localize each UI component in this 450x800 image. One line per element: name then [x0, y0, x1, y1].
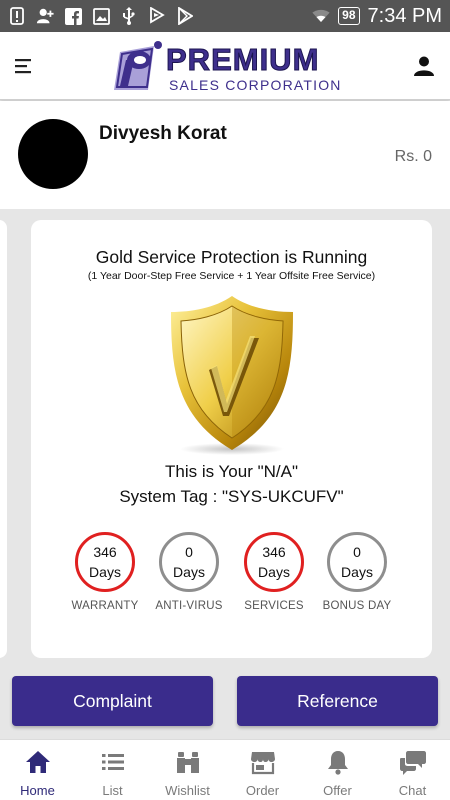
wifi-icon — [312, 7, 330, 25]
image-icon — [92, 7, 110, 25]
reference-button[interactable]: Reference — [237, 676, 438, 726]
battery-icon: 98 — [338, 7, 360, 25]
system-tag: System Tag : "SYS-UKCUFV" — [119, 487, 344, 506]
bottom-navigation: Home List Wishlist Order Offer Chat — [0, 739, 450, 800]
protection-card[interactable]: Gold Service Protection is Running (1 Ye… — [31, 220, 432, 658]
usb-icon — [120, 7, 138, 25]
bonus-day-value: 0 — [353, 544, 361, 560]
nav-order-label: Order — [245, 783, 280, 798]
add-user-icon — [36, 7, 54, 25]
store-icon — [250, 752, 275, 775]
nav-wishlist[interactable]: Wishlist — [150, 740, 225, 800]
app-bar: PREMIUM SALES CORPORATION — [0, 32, 450, 100]
anti-virus-ring: 0 Days — [159, 532, 219, 592]
chat-icon — [399, 751, 426, 775]
home-icon — [25, 751, 50, 773]
binoculars-icon — [176, 752, 199, 773]
bonus-day-label: BONUS DAY — [322, 600, 392, 612]
bonus-day-ring: 0 Days — [327, 532, 387, 592]
anti-virus-value: 0 — [185, 544, 193, 560]
status-bar: 98 7:34 PM — [0, 0, 450, 32]
logo-subtitle: SALES CORPORATION — [169, 77, 342, 93]
nav-order[interactable]: Order — [225, 740, 300, 800]
bonus-day-unit: Days — [341, 564, 373, 580]
anti-virus-unit: Days — [173, 564, 205, 580]
device-tag: This is Your "N/A" — [164, 462, 298, 481]
previous-card-peek[interactable] — [0, 220, 7, 658]
bonus-day-stat[interactable]: 0 Days BONUS DAY — [307, 532, 407, 612]
services-ring: 346 Days — [244, 532, 304, 592]
nav-offer-label: Offer — [323, 783, 352, 798]
nav-chat-label: Chat — [398, 783, 427, 798]
nav-list[interactable]: List — [75, 740, 150, 800]
avatar[interactable] — [18, 119, 88, 189]
complaint-button[interactable]: Complaint — [12, 676, 213, 726]
alert-icon — [8, 7, 26, 25]
services-value: 346 — [262, 544, 286, 560]
nav-wishlist-label: Wishlist — [165, 783, 210, 798]
logo-mark-icon — [114, 41, 162, 90]
warranty-unit: Days — [89, 564, 121, 580]
logo-title: PREMIUM — [165, 42, 320, 78]
wallet-balance: Rs. 0 — [394, 148, 432, 165]
user-name: Divyesh Korat — [99, 123, 227, 144]
protection-subtitle: (1 Year Door-Step Free Service + 1 Year … — [87, 270, 376, 282]
account-icon[interactable] — [412, 54, 436, 78]
warranty-value: 346 — [93, 544, 117, 560]
flag-icon — [148, 7, 166, 25]
nav-home-label: Home — [20, 783, 55, 798]
play-store-icon — [176, 7, 194, 25]
protection-title: Gold Service Protection is Running — [95, 247, 368, 267]
battery-level: 98 — [342, 8, 356, 22]
nav-list-label: List — [102, 783, 123, 798]
nav-chat[interactable]: Chat — [375, 740, 450, 800]
nav-offer[interactable]: Offer — [300, 740, 375, 800]
nav-home[interactable]: Home — [0, 740, 75, 800]
brand-logo: PREMIUM SALES CORPORATION — [108, 40, 352, 94]
facebook-icon — [64, 7, 82, 25]
list-icon — [101, 754, 124, 770]
menu-icon[interactable] — [12, 54, 36, 78]
warranty-ring: 346 Days — [75, 532, 135, 592]
services-unit: Days — [258, 564, 290, 580]
profile-card: Divyesh Korat Rs. 0 — [0, 101, 450, 209]
clock: 7:34 PM — [367, 4, 442, 27]
gold-shield-icon — [171, 296, 293, 455]
bell-icon — [327, 751, 348, 775]
